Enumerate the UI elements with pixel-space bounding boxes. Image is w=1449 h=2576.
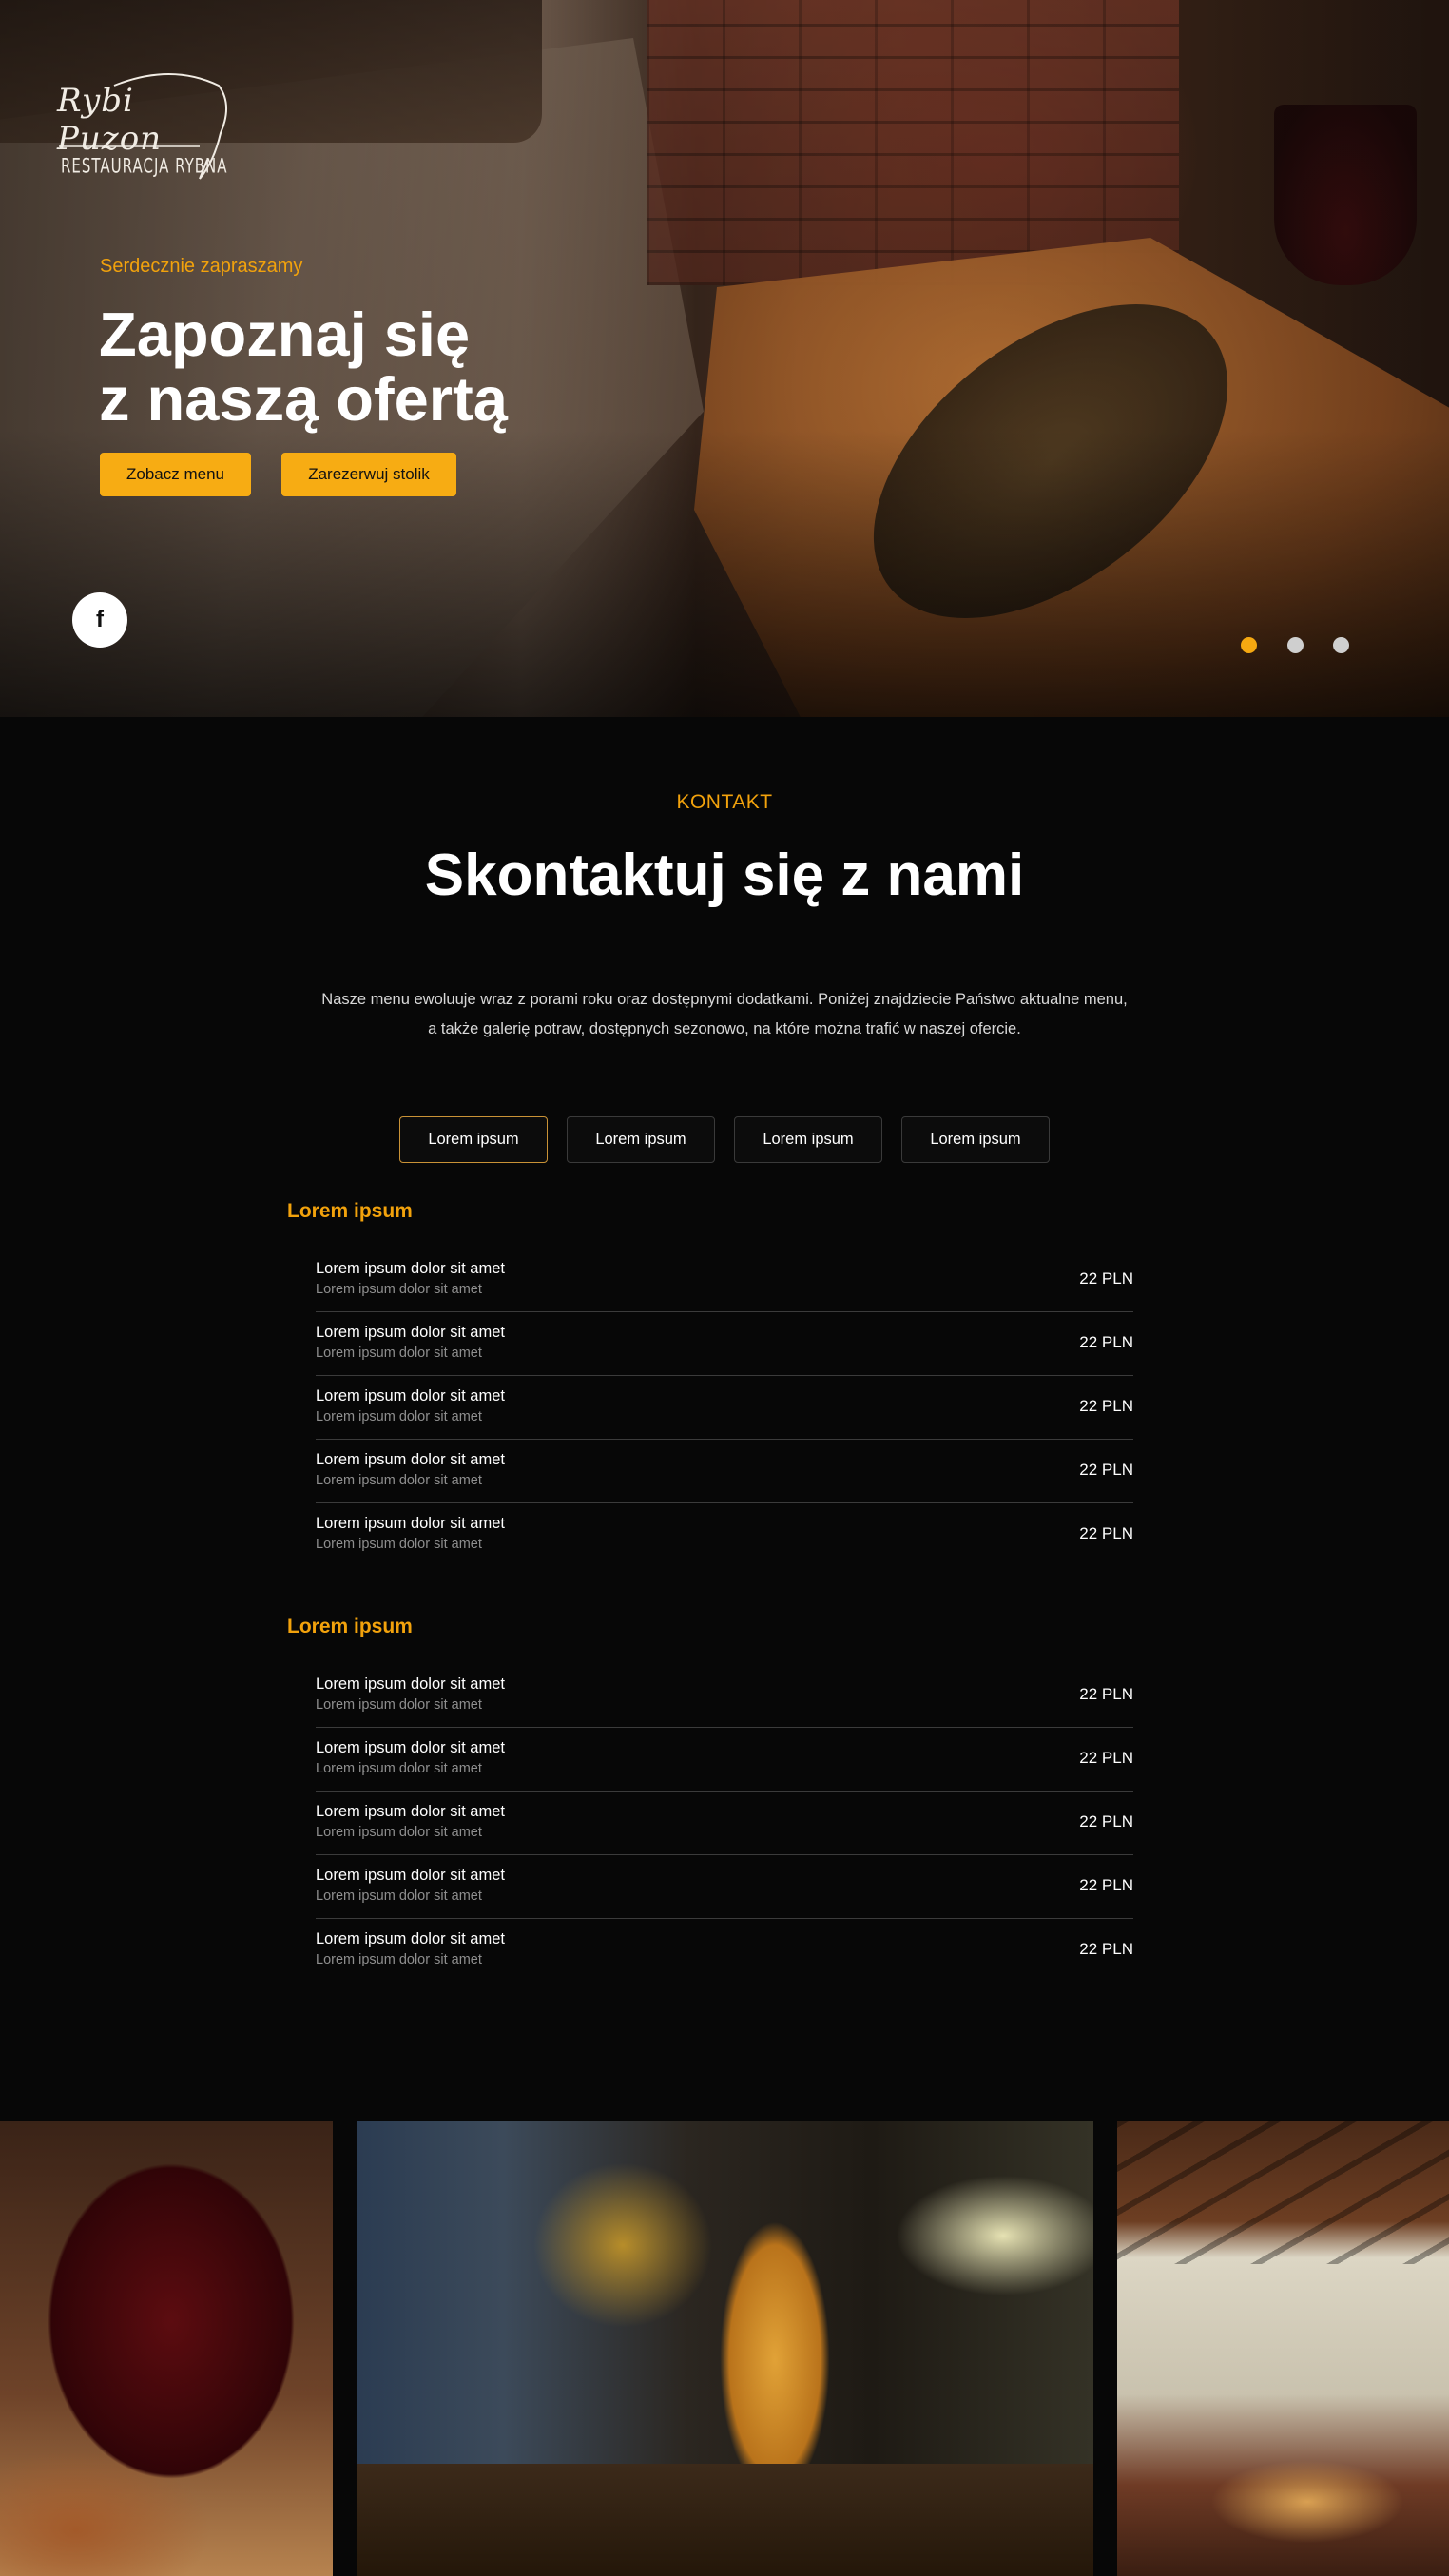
- menu-category-title: Lorem ipsum: [287, 1616, 413, 1637]
- menu-item-price: 22 PLN: [1079, 1269, 1133, 1288]
- menu-item-price: 22 PLN: [1079, 1333, 1133, 1351]
- section-description: Nasze menu ewoluuje wraz z porami roku o…: [321, 991, 1128, 1037]
- menu-category-title: Lorem ipsum: [287, 1200, 413, 1222]
- menu-item-price: 22 PLN: [1079, 1397, 1133, 1415]
- menu-list: Lorem ipsum dolor sit amet Lorem ipsum d…: [316, 1664, 1133, 1983]
- view-menu-button[interactable]: Zobacz menu: [100, 453, 251, 496]
- menu-item: Lorem ipsum dolor sit amet Lorem ipsum d…: [316, 1792, 1133, 1855]
- photo-gallery: [0, 2121, 1449, 2576]
- menu-item-price: 22 PLN: [1079, 1461, 1133, 1479]
- gallery-photo-beer[interactable]: [357, 2121, 1093, 2576]
- menu-item: Lorem ipsum dolor sit amet Lorem ipsum d…: [316, 1376, 1133, 1440]
- menu-item: Lorem ipsum dolor sit amet Lorem ipsum d…: [316, 1312, 1133, 1376]
- menu-item: Lorem ipsum dolor sit amet Lorem ipsum d…: [316, 1728, 1133, 1792]
- menu-item: Lorem ipsum dolor sit amet Lorem ipsum d…: [316, 1249, 1133, 1312]
- facebook-icon[interactable]: f: [72, 592, 127, 648]
- menu-item-price: 22 PLN: [1079, 1524, 1133, 1542]
- menu-item: Lorem ipsum dolor sit amet Lorem ipsum d…: [316, 1515, 1133, 1552]
- menu-item-price: 22 PLN: [1079, 1685, 1133, 1703]
- menu-tab-1[interactable]: Lorem ipsum: [399, 1116, 548, 1163]
- menu-list: Lorem ipsum dolor sit amet Lorem ipsum d…: [316, 1249, 1133, 1567]
- menu-item: Lorem ipsum dolor sit amet Lorem ipsum d…: [316, 1930, 1133, 1967]
- menu-item: Lorem ipsum dolor sit amet Lorem ipsum d…: [316, 1855, 1133, 1919]
- menu-item-price: 22 PLN: [1079, 1940, 1133, 1958]
- section-eyebrow: KONTAKT: [676, 791, 773, 813]
- menu-tab-4[interactable]: Lorem ipsum: [901, 1116, 1050, 1163]
- gallery-photo-wine[interactable]: [0, 2121, 333, 2576]
- menu-item-price: 22 PLN: [1079, 1812, 1133, 1830]
- hero-eyebrow: Serdecznie zapraszamy: [100, 256, 303, 277]
- menu-tab-3[interactable]: Lorem ipsum: [734, 1116, 882, 1163]
- menu-item-price: 22 PLN: [1079, 1876, 1133, 1894]
- logo[interactable]: Rybi Puzon RESTAURACJA RYBNA: [57, 67, 238, 190]
- menu-tab-2[interactable]: Lorem ipsum: [567, 1116, 715, 1163]
- menu-item: Lorem ipsum dolor sit amet Lorem ipsum d…: [316, 1440, 1133, 1503]
- slider-dot-2[interactable]: [1287, 637, 1304, 653]
- slider-dot-3[interactable]: [1333, 637, 1349, 653]
- menu-item-price: 22 PLN: [1079, 1749, 1133, 1767]
- slider-dot-1[interactable]: [1241, 637, 1257, 653]
- section-title: Skontaktuj się z nami: [424, 843, 1025, 908]
- menu-item: Lorem ipsum dolor sit amet Lorem ipsum d…: [316, 1664, 1133, 1728]
- hero-banner: Rybi Puzon RESTAURACJA RYBNA Serdecznie …: [0, 0, 1449, 717]
- book-table-button[interactable]: Zarezerwuj stolik: [281, 453, 456, 496]
- gallery-photo-interior[interactable]: [1117, 2121, 1449, 2576]
- hero-title: Zapoznaj się z naszą ofertą: [99, 300, 508, 434]
- menu-tabs: Lorem ipsum Lorem ipsum Lorem ipsum Lore…: [399, 1116, 1050, 1163]
